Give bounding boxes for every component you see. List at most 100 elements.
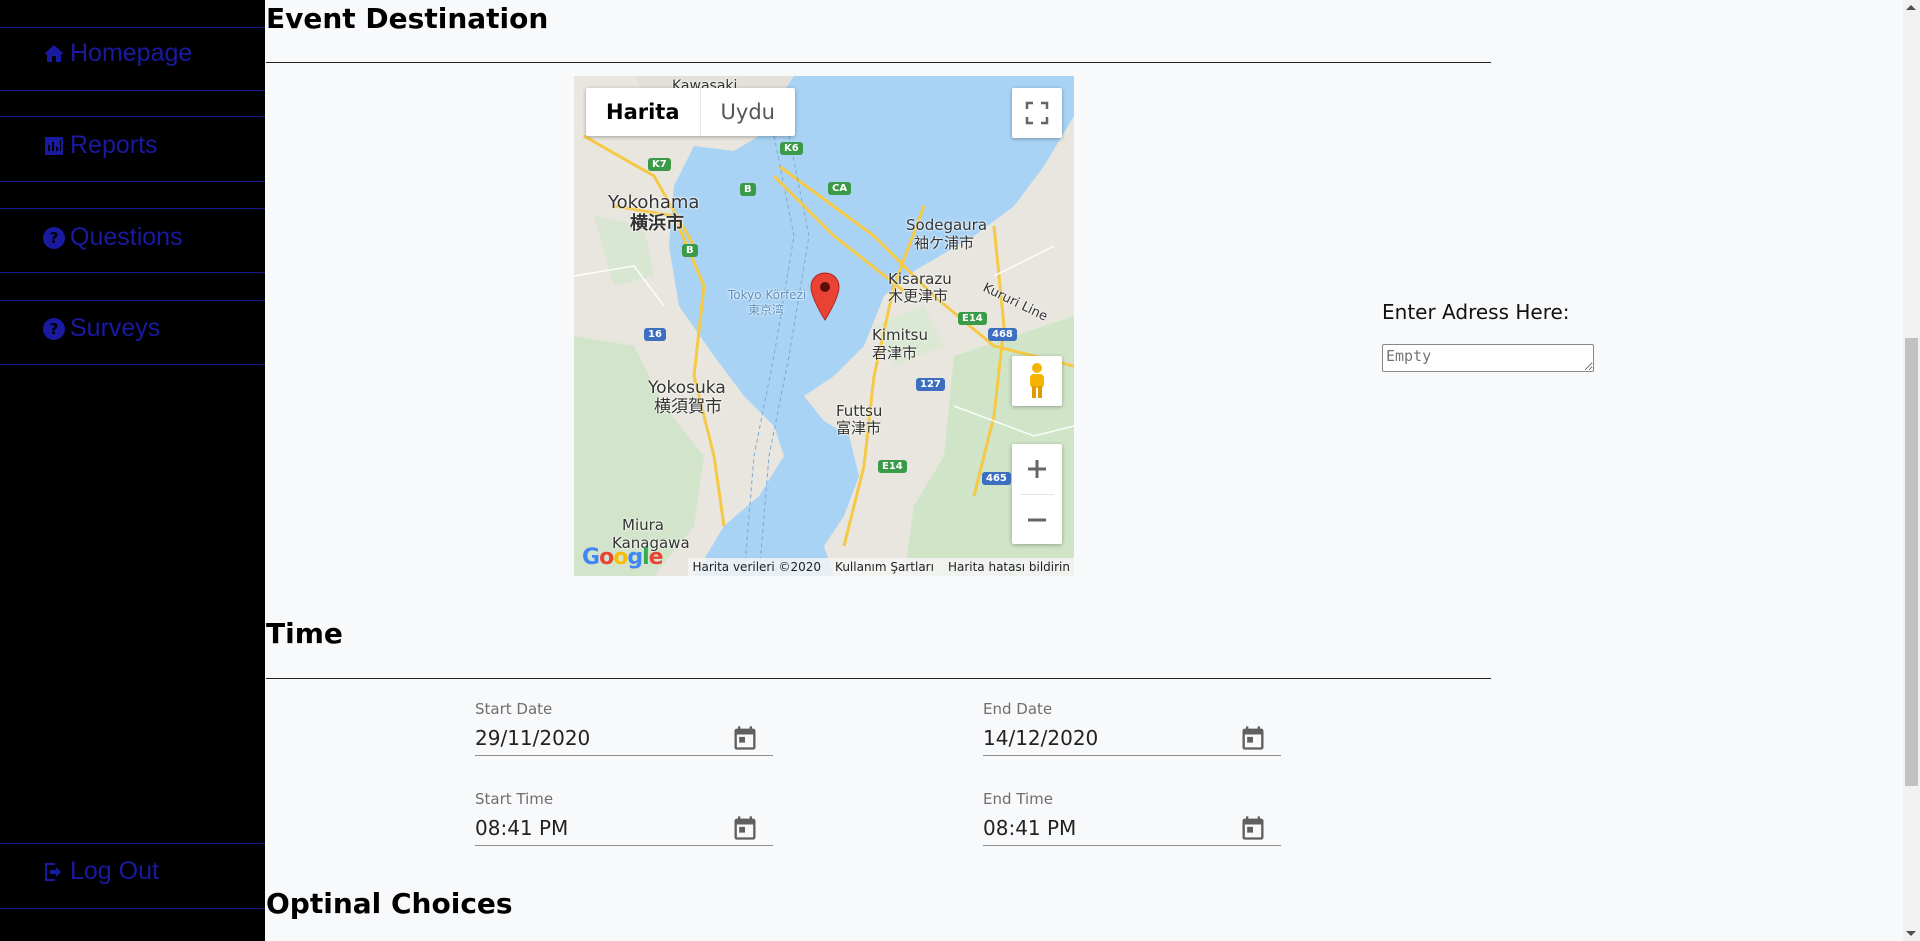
section-divider (266, 62, 1491, 63)
nav-divider (0, 843, 265, 844)
report-error-link[interactable]: Harita hatası bildirin (948, 560, 1070, 574)
map-label: 横浜市 (630, 213, 684, 234)
road-shield: 465 (982, 472, 1011, 485)
section-title-time: Time (266, 617, 343, 650)
scroll-down-arrow[interactable] (1906, 931, 1916, 936)
start-time-field[interactable]: Start Time 08:41 PM (475, 790, 773, 846)
map-label: Sodegaura (906, 216, 988, 234)
zoom-out-button[interactable] (1012, 495, 1062, 545)
pegman-icon (1030, 363, 1044, 398)
map-marker-icon[interactable] (810, 272, 840, 322)
map-label: Yokosuka (648, 378, 726, 398)
sidebar-item-reports[interactable]: Reports (42, 131, 158, 160)
sidebar-item-questions[interactable]: ? Questions (42, 223, 183, 252)
page-scrollbar[interactable] (1903, 0, 1920, 941)
map-attribution: Harita verileri ©2020 Kullanım Şartları … (688, 558, 1074, 576)
sidebar-item-label: Reports (70, 131, 158, 159)
start-date-field[interactable]: Start Date 29/11/2020 (475, 700, 773, 756)
section-title-destination: Event Destination (266, 2, 549, 35)
end-time-field[interactable]: End Time 08:41 PM (983, 790, 1281, 846)
sign-out-icon (45, 862, 61, 881)
nav-divider (0, 364, 265, 365)
map-label: Kisarazu (888, 270, 952, 288)
bar-chart-icon (45, 136, 63, 155)
scrollbar-thumb[interactable] (1905, 338, 1918, 786)
map-label: Yokohama (608, 192, 700, 213)
minus-icon (1028, 518, 1046, 522)
map-label: Miura (622, 516, 664, 534)
nav-divider (0, 908, 265, 909)
end-date-label: End Date (983, 700, 1053, 718)
question-circle-icon: ? (43, 226, 65, 249)
map-label: 君津市 (872, 344, 918, 362)
nav-divider (0, 300, 265, 301)
road-shield: E14 (878, 460, 907, 473)
map-label: 東京湾 (748, 303, 785, 317)
nav-divider (0, 181, 265, 182)
road-shield: E14 (958, 312, 987, 325)
calendar-icon[interactable] (731, 724, 759, 752)
zoom-control (1012, 444, 1062, 544)
street-view-button[interactable] (1012, 356, 1062, 406)
start-time-value[interactable]: 08:41 PM (475, 816, 568, 840)
map-label: Kimitsu (872, 326, 928, 344)
sidebar: Homepage Reports ? Questions ? Surveys L… (0, 0, 265, 941)
plus-icon (1028, 460, 1046, 478)
section-divider (266, 678, 1491, 679)
address-label: Enter Adress Here: (1382, 300, 1570, 324)
nav-divider (0, 208, 265, 209)
address-input[interactable] (1382, 344, 1594, 372)
map-type-harita-button[interactable]: Harita (586, 88, 701, 136)
sidebar-item-label: Homepage (70, 39, 193, 67)
map-label: 富津市 (836, 419, 882, 437)
map-tiles (574, 76, 1074, 576)
sidebar-item-label: Surveys (70, 314, 161, 342)
end-time-value[interactable]: 08:41 PM (983, 816, 1076, 840)
logout-label: Log Out (70, 857, 159, 885)
nav-divider (0, 90, 265, 91)
start-date-value[interactable]: 29/11/2020 (475, 726, 590, 750)
question-circle-icon: ? (43, 317, 65, 340)
svg-text:?: ? (50, 320, 59, 338)
road-shield: CA (828, 182, 852, 195)
calendar-icon[interactable] (1239, 814, 1267, 842)
map-label: 横須賀市 (654, 397, 722, 417)
fullscreen-button[interactable] (1012, 88, 1062, 138)
terms-link[interactable]: Kullanım Şartları (835, 560, 934, 574)
home-icon (44, 44, 64, 62)
nav-divider (0, 272, 265, 273)
road-shield: B (740, 183, 756, 196)
start-date-label: Start Date (475, 700, 553, 718)
sidebar-item-surveys[interactable]: ? Surveys (42, 314, 160, 343)
start-time-label: Start Time (475, 790, 554, 808)
google-logo[interactable]: Google (582, 545, 664, 570)
zoom-in-button[interactable] (1012, 444, 1062, 494)
sidebar-item-homepage[interactable]: Homepage (42, 39, 192, 68)
nav-divider (0, 27, 265, 28)
end-date-value[interactable]: 14/12/2020 (983, 726, 1098, 750)
map-type-control: Harita Uydu (586, 88, 795, 136)
map-type-uydu-button[interactable]: Uydu (701, 88, 795, 136)
road-shield: K7 (648, 158, 671, 171)
road-shield: 127 (916, 378, 945, 391)
map-label: Tokyo Körfezi (728, 288, 807, 302)
road-shield: B (682, 244, 698, 257)
nav-divider (0, 116, 265, 117)
map-data-link[interactable]: Harita verileri ©2020 (692, 560, 821, 574)
road-shield: 468 (988, 328, 1017, 341)
map[interactable]: Kawasaki Yokohama 横浜市 Sodegaura 袖ケ浦市 Kis… (574, 76, 1074, 576)
calendar-icon[interactable] (731, 814, 759, 842)
end-date-field[interactable]: End Date 14/12/2020 (983, 700, 1281, 756)
calendar-icon[interactable] (1239, 724, 1267, 752)
road-shield: K6 (780, 142, 803, 155)
scroll-up-arrow[interactable] (1906, 5, 1916, 10)
map-label: Futtsu (836, 402, 883, 420)
map-label: 袖ケ浦市 (914, 234, 975, 252)
road-shield: 16 (644, 328, 666, 341)
fullscreen-icon (1025, 101, 1049, 125)
logout-button[interactable]: Log Out (42, 857, 159, 886)
section-title-optional: Optinal Choices (266, 887, 513, 920)
sidebar-item-label: Questions (70, 223, 183, 251)
map-label: 木更津市 (888, 287, 949, 305)
svg-text:?: ? (50, 229, 59, 247)
